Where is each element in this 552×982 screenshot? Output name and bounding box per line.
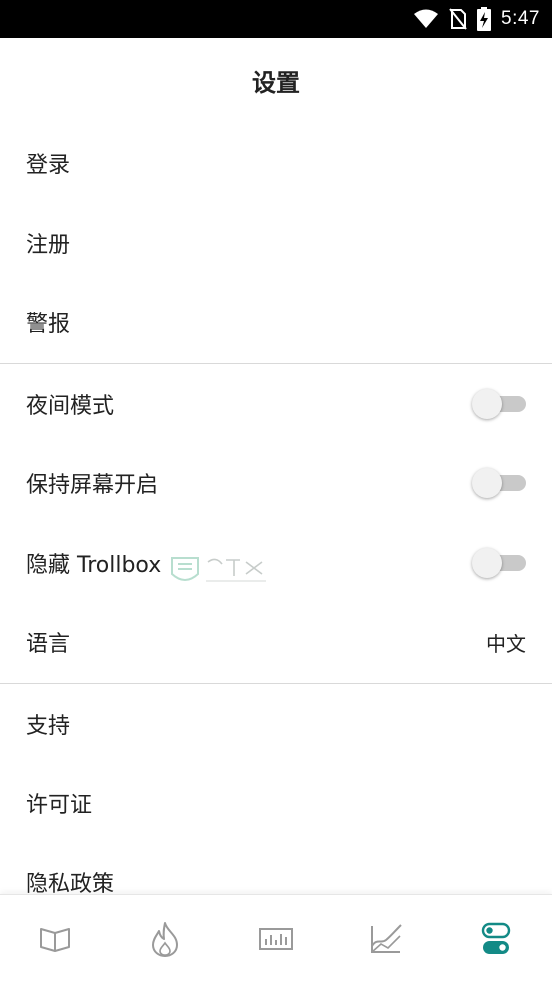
settings-item-label: 警报 — [26, 312, 71, 337]
settings-item-label: 保持屏幕开启 — [26, 473, 159, 498]
bottom-nav — [0, 894, 552, 982]
settings-item-alerts[interactable]: 警报 — [0, 282, 552, 362]
settings-toggle-icon — [481, 922, 511, 954]
battery-charging-icon — [477, 7, 492, 31]
watermark-logo — [171, 557, 266, 582]
settings-item-support[interactable]: 支持 — [0, 684, 552, 764]
settings-item-licenses[interactable]: 许可证 — [0, 763, 552, 843]
settings-item-night-mode: 夜间模式 — [0, 364, 552, 444]
volume-chart-icon — [259, 927, 293, 950]
toggle-knob — [472, 468, 502, 498]
settings-item-keep-screen-on: 保持屏幕开启 — [0, 443, 552, 523]
page-title: 设置 — [252, 68, 300, 97]
line-chart-icon — [371, 923, 402, 953]
nav-tab-hot[interactable] — [110, 895, 220, 982]
book-icon — [40, 927, 70, 952]
flame-icon — [152, 921, 178, 957]
settings-item-label: 许可证 — [26, 793, 93, 818]
language-value: 中文 — [486, 631, 526, 656]
status-icons: 5:47 — [413, 0, 540, 38]
settings-item-label: 支持 — [26, 714, 71, 739]
no-sim-icon — [449, 8, 467, 30]
nav-tab-volume[interactable] — [221, 895, 331, 982]
wifi-icon — [414, 9, 439, 28]
settings-item-hide-trollbox: 隐藏 Trollbox — [0, 523, 552, 603]
night-mode-toggle[interactable] — [472, 389, 528, 419]
hide-trollbox-toggle[interactable] — [472, 548, 528, 578]
settings-item-label: 注册 — [26, 233, 71, 258]
settings-item-language[interactable]: 语言 中文 — [0, 602, 552, 682]
status-bar: 5:47 — [0, 0, 552, 38]
settings-item-label: 夜间模式 — [26, 394, 115, 419]
keep-screen-on-toggle[interactable] — [472, 468, 528, 498]
nav-tab-settings[interactable] — [441, 895, 551, 982]
settings-item-login[interactable]: 登录 — [0, 123, 552, 203]
nav-tab-markets[interactable] — [0, 895, 110, 982]
settings-item-label: 登录 — [26, 153, 71, 178]
toggle-knob — [472, 548, 502, 578]
page-header: 设置 — [0, 38, 552, 122]
toggle-knob — [472, 389, 502, 419]
status-time: 5:47 — [501, 8, 540, 29]
settings-item-label: 语言 — [26, 632, 71, 657]
nav-tab-charts[interactable] — [331, 895, 441, 982]
settings-item-register[interactable]: 注册 — [0, 203, 552, 283]
